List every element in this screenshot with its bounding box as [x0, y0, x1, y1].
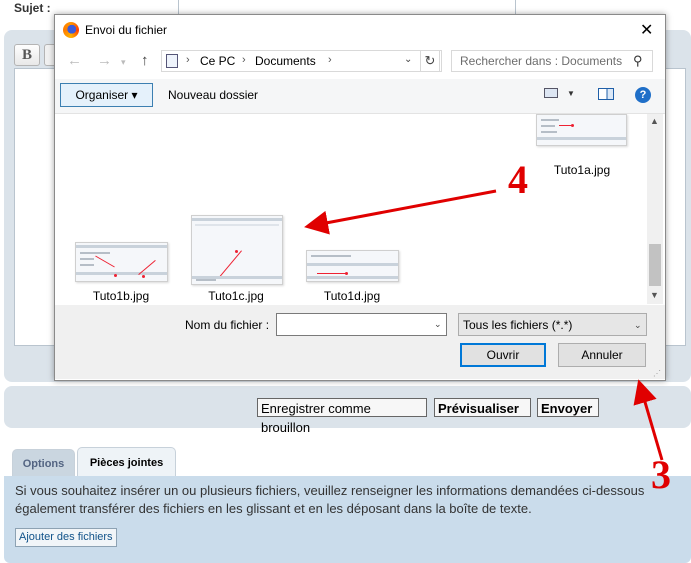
annotation-arrow-4 [304, 189, 497, 235]
annotation-number-3: 3 [651, 452, 671, 497]
annotation-arrow-3 [633, 379, 664, 461]
annotation-arrows [304, 189, 664, 461]
annotation-number-4: 4 [508, 157, 528, 202]
